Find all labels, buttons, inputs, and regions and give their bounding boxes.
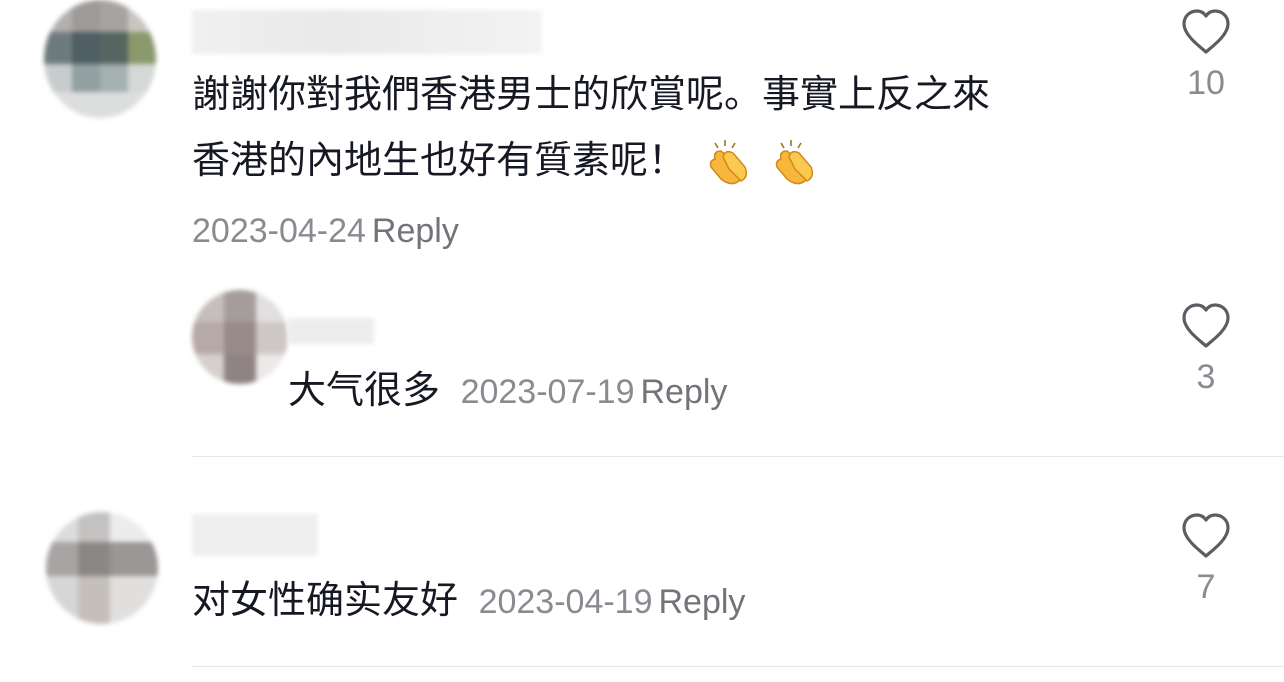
divider	[192, 456, 1284, 457]
comment-date: 2023-07-19	[460, 373, 635, 411]
comment-date: 2023-04-24	[192, 212, 366, 250]
reply-comment-line: 大气很多 2023-07-19 Reply	[288, 358, 727, 425]
like-count: 7	[1196, 568, 1216, 606]
comment-line: 对女性确实友好 2023-04-19 Reply	[192, 568, 745, 635]
username-redacted[interactable]	[288, 318, 374, 344]
avatar[interactable]	[192, 290, 288, 384]
username-redacted[interactable]	[192, 10, 542, 54]
comment-meta: 2023-04-24 Reply	[192, 198, 459, 264]
comment-text: 香港的內地生也好有質素呢！	[192, 128, 823, 194]
heart-icon	[1182, 513, 1230, 558]
reply-button[interactable]: Reply	[641, 373, 728, 411]
heart-icon	[1182, 303, 1230, 348]
heart-icon	[1182, 9, 1230, 54]
like-count: 3	[1196, 358, 1216, 396]
username-redacted[interactable]	[192, 514, 318, 556]
reply-button[interactable]: Reply	[659, 583, 746, 621]
like-button[interactable]: 3	[1176, 302, 1236, 397]
avatar[interactable]	[46, 512, 158, 624]
comment-text: 大气很多	[288, 370, 441, 412]
comment-date: 2023-04-19	[478, 583, 653, 621]
reply-button[interactable]: Reply	[372, 212, 459, 250]
clapping-hands-icon	[709, 139, 747, 185]
comment-text: 对女性确实友好	[192, 580, 459, 622]
like-button[interactable]: 10	[1176, 8, 1236, 103]
comment-text: 謝謝你對我們香港男士的欣賞呢。事實上反之來	[192, 74, 991, 116]
like-button[interactable]: 7	[1176, 512, 1236, 607]
like-count: 10	[1187, 64, 1225, 102]
avatar[interactable]	[44, 0, 156, 118]
divider	[192, 666, 1284, 667]
clapping-hands-icon	[775, 139, 814, 185]
